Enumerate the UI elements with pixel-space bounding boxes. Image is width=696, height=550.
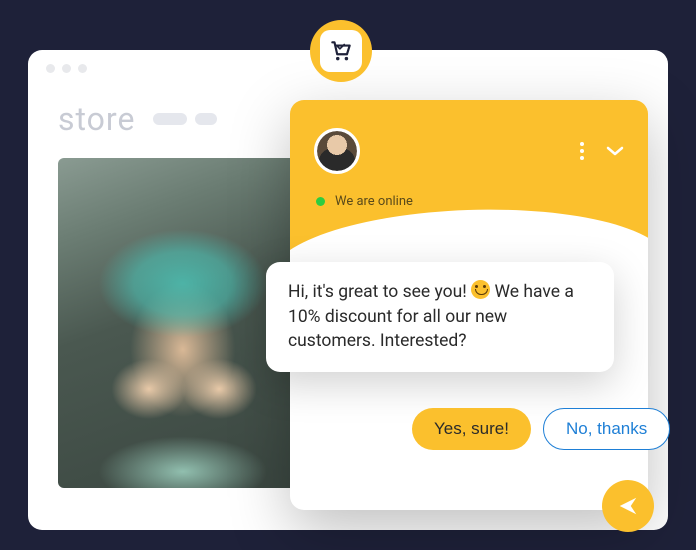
nav-placeholder [153, 113, 217, 125]
chat-controls [580, 142, 624, 160]
window-dot [46, 64, 55, 73]
chat-launcher-badge[interactable] [310, 20, 372, 82]
reply-yes-button[interactable]: Yes, sure! [412, 408, 531, 450]
chat-header: We are online [290, 100, 648, 260]
reply-no-button[interactable]: No, thanks [543, 408, 670, 450]
window-dot [78, 64, 87, 73]
online-indicator [316, 197, 325, 206]
status-text: We are online [335, 194, 413, 209]
agent-avatar [314, 128, 360, 174]
nav-pill [195, 113, 217, 125]
send-icon [617, 495, 639, 517]
send-button[interactable] [602, 480, 654, 532]
store-title: store [58, 100, 135, 138]
cart-icon [328, 38, 354, 64]
window-dot [62, 64, 71, 73]
smile-emoji-icon [471, 280, 490, 299]
cart-icon-container [320, 30, 362, 72]
quick-replies: Yes, sure! No, thanks [412, 408, 670, 450]
status-row: We are online [316, 194, 413, 209]
window-controls [46, 64, 87, 73]
chat-message: Hi, it's great to see you! We have a 10%… [266, 262, 614, 372]
chevron-down-icon[interactable] [606, 145, 624, 157]
message-text-1: Hi, it's great to see you! [288, 282, 471, 302]
nav-pill [153, 113, 187, 125]
more-menu-icon[interactable] [580, 142, 584, 160]
store-header: store [58, 100, 217, 138]
